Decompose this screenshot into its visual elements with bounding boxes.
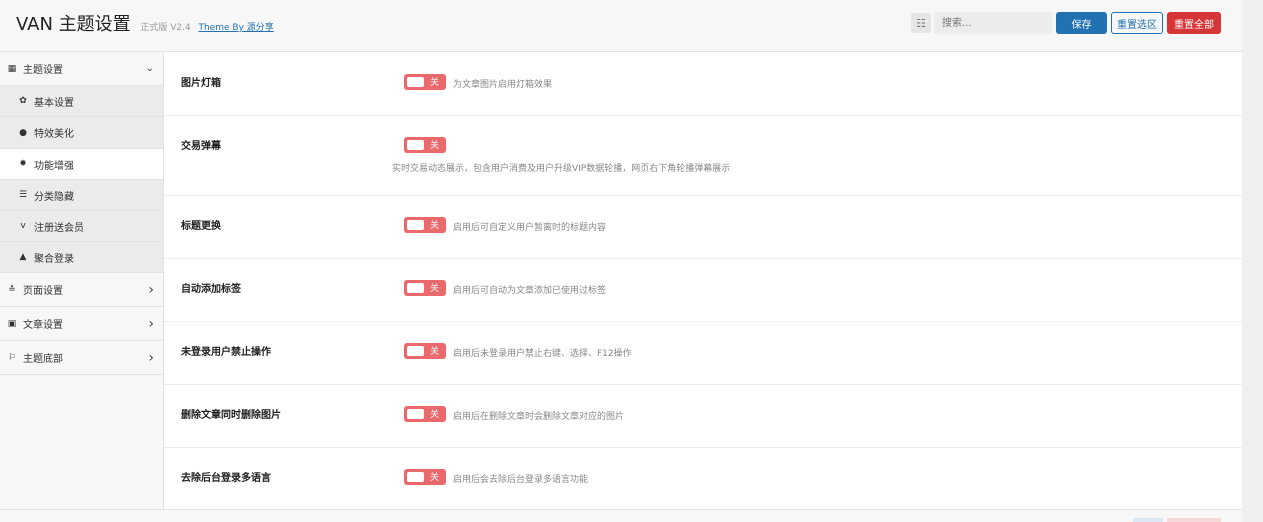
toggle-state-label: 关 xyxy=(430,347,440,357)
sidebar-item-label: 主题底部 xyxy=(23,354,63,365)
footer-reset-section-shadow xyxy=(1133,518,1163,522)
sidebar-item-label: 主题设置 xyxy=(23,65,63,76)
setting-row: 图片灯箱 关 为文章图片启用灯箱效果 xyxy=(164,52,1242,116)
toggle-switch[interactable]: 关 xyxy=(404,406,446,422)
save-button[interactable]: 保存 xyxy=(1056,12,1107,34)
chevron-right-icon: › xyxy=(148,281,154,298)
toggle-state-label: 关 xyxy=(430,410,440,420)
footer-reset-all-shadow xyxy=(1167,518,1221,522)
toggle-knob xyxy=(407,472,424,482)
sidebar-item-label: 功能增强 xyxy=(34,160,74,172)
setting-title: 去除后台登录多语言 xyxy=(181,473,271,484)
setting-row: 删除文章同时删除图片 关 启用后在删除文章时会删除文章对应的图片 xyxy=(164,384,1242,448)
toggle-switch[interactable]: 关 xyxy=(404,137,446,153)
toggle-knob xyxy=(407,409,424,419)
setting-description: 为文章图片启用灯箱效果 xyxy=(453,80,553,90)
title-text: VAN 主题设置 xyxy=(16,14,131,35)
setting-description: 启用后未登录用户禁止右键、选择、F12操作 xyxy=(453,349,632,359)
toggle-state-label: 关 xyxy=(430,284,440,294)
setting-description: 启用后可自动为文章添加已使用过标签 xyxy=(453,286,607,296)
setting-row: 去除后台登录多语言 关 启用后会去除后台登录多语言功能 xyxy=(164,447,1242,510)
toggle-switch[interactable]: 关 xyxy=(404,469,446,485)
sidebar-item[interactable]: ● 特效美化 xyxy=(0,117,163,149)
toggle-state-label: 关 xyxy=(430,473,440,483)
chevron-right-icon: › xyxy=(148,315,154,332)
page-title: VAN 主题设置 正式版 V2.4 Theme By 源分享 xyxy=(16,10,274,36)
sidebar-item[interactable]: ✿ 基本设置 xyxy=(0,86,163,117)
sidebar-item-label: 文章设置 xyxy=(23,320,63,331)
footer-bar xyxy=(0,509,1242,522)
setting-description: 启用后在删除文章时会删除文章对应的图片 xyxy=(453,412,625,422)
sidebar-item[interactable]: v 注册送会员 xyxy=(0,211,163,242)
setting-title: 自动添加标签 xyxy=(181,284,241,295)
header-bar: VAN 主题设置 正式版 V2.4 Theme By 源分享 ☷ 保存 重置选区… xyxy=(0,0,1242,52)
chevron-right-icon: › xyxy=(148,349,154,366)
setting-title: 删除文章同时删除图片 xyxy=(181,410,281,421)
sidebar-item-label: 特效美化 xyxy=(34,129,74,140)
reset-section-button[interactable]: 重置选区 xyxy=(1111,12,1163,34)
bell-icon: ▲ xyxy=(19,252,27,262)
sidebar-item[interactable]: ⚐ 主题底部 › xyxy=(0,341,163,375)
sidebar-item[interactable]: ▣ 文章设置 › xyxy=(0,307,163,341)
setting-title: 标题更换 xyxy=(181,221,221,232)
grid-icon: ▦ xyxy=(7,63,17,74)
search-input[interactable] xyxy=(934,12,1052,34)
toggle-switch[interactable]: 关 xyxy=(404,280,446,296)
star-icon: ✸ xyxy=(19,159,27,169)
menu-icon: ☰ xyxy=(18,190,28,200)
sidebar-item[interactable]: ☰ 分类隐藏 xyxy=(0,180,163,211)
flag-icon: ⚐ xyxy=(7,352,17,363)
sidebar-item[interactable]: ≛ 页面设置 › xyxy=(0,273,163,307)
expand-all-icon[interactable]: ☷ xyxy=(911,13,931,33)
sidebar-item[interactable]: ▦ 主题设置 ⌄ xyxy=(0,52,163,86)
toggle-knob xyxy=(407,77,424,87)
sidebar-item-label: 基本设置 xyxy=(34,97,74,109)
setting-row: 标题更换 关 启用后可自定义用户暂离时的标题内容 xyxy=(164,195,1242,259)
setting-title: 未登录用户禁止操作 xyxy=(181,347,271,358)
toggle-switch[interactable]: 关 xyxy=(404,217,446,233)
setting-title: 图片灯箱 xyxy=(181,78,221,89)
sidebar-item-label: 聚合登录 xyxy=(34,253,74,265)
version-label: 正式版 V2.4 xyxy=(140,23,191,33)
toggle-knob xyxy=(407,220,424,230)
setting-description: 启用后可自定义用户暂离时的标题内容 xyxy=(453,223,607,233)
author-link[interactable]: Theme By 源分享 xyxy=(198,23,273,33)
toggle-knob xyxy=(407,283,424,293)
sidebar-item[interactable]: ✸ 功能增强 xyxy=(0,149,163,180)
v-icon: v xyxy=(20,221,26,231)
toggle-switch[interactable]: 关 xyxy=(404,343,446,359)
sliders-icon: ≛ xyxy=(8,284,16,295)
setting-description: 实时交易动态展示，包含用户消费及用户升级VIP数据轮播，网页右下角轮播弹幕展示 xyxy=(392,164,731,174)
gear-icon: ✿ xyxy=(19,96,27,106)
toggle-state-label: 关 xyxy=(430,141,440,151)
setting-row: 交易弹幕 关实时交易动态展示，包含用户消费及用户升级VIP数据轮播，网页右下角轮播… xyxy=(164,115,1242,196)
reset-all-button[interactable]: 重置全部 xyxy=(1167,12,1221,34)
toggle-knob xyxy=(407,140,424,150)
setting-description: 启用后会去除后台登录多语言功能 xyxy=(453,475,589,485)
sidebar-item[interactable]: ▲ 聚合登录 xyxy=(0,242,163,273)
sidebar-item-label: 分类隐藏 xyxy=(34,191,74,203)
chevron-down-icon: ⌄ xyxy=(145,63,154,74)
setting-title: 交易弹幕 xyxy=(181,141,221,152)
setting-row: 自动添加标签 关 启用后可自动为文章添加已使用过标签 xyxy=(164,258,1242,322)
sidebar-item-label: 页面设置 xyxy=(23,286,63,297)
toggle-state-label: 关 xyxy=(430,221,440,231)
setting-row: 未登录用户禁止操作 关 启用后未登录用户禁止右键、选择、F12操作 xyxy=(164,321,1242,385)
toggle-state-label: 关 xyxy=(430,78,440,88)
toggle-knob xyxy=(407,346,424,356)
circle-icon: ● xyxy=(19,127,27,138)
toggle-switch[interactable]: 关 xyxy=(404,74,446,90)
doc-icon: ▣ xyxy=(7,318,17,329)
sidebar-item-label: 注册送会员 xyxy=(34,222,84,234)
settings-window: VAN 主题设置 正式版 V2.4 Theme By 源分享 ☷ 保存 重置选区… xyxy=(0,0,1242,522)
